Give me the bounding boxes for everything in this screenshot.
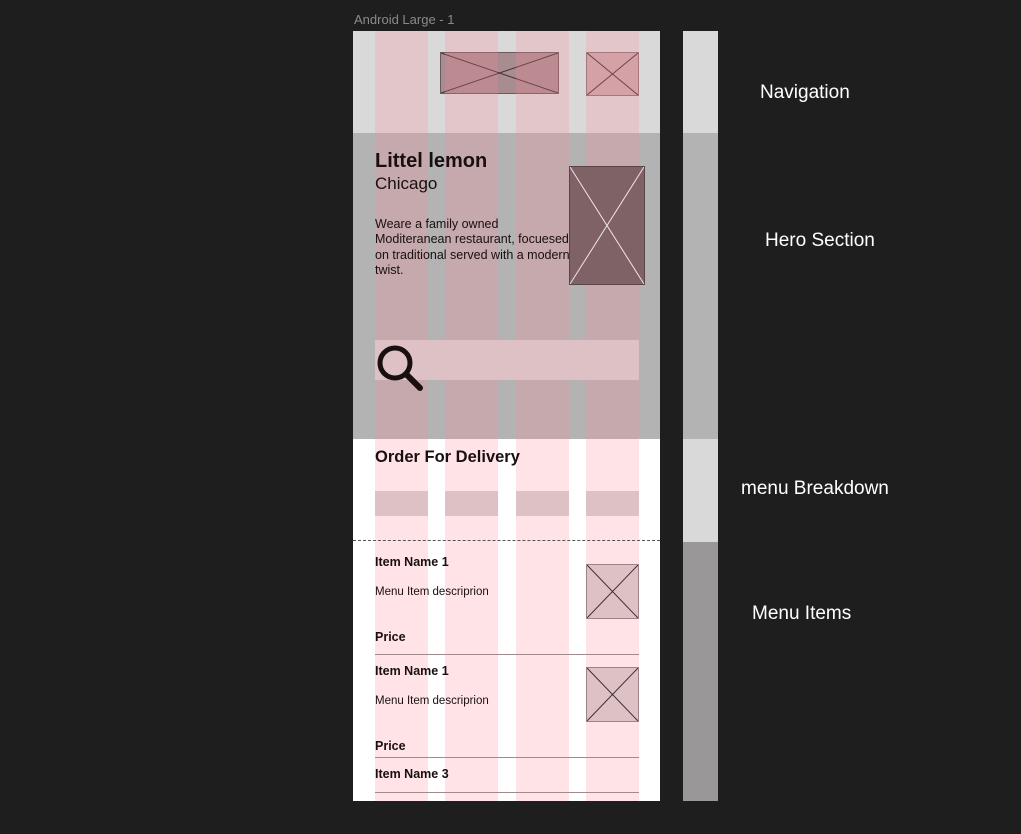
hero-section-label: Hero Section bbox=[765, 230, 875, 251]
menu-item-image-placeholder[interactable] bbox=[586, 564, 639, 619]
search-icon[interactable] bbox=[373, 342, 425, 392]
category-button[interactable] bbox=[445, 491, 498, 516]
hero-section-marker bbox=[683, 133, 718, 439]
menu-item-name[interactable]: Item Name 1 bbox=[375, 664, 449, 678]
basket-icon[interactable] bbox=[586, 52, 639, 96]
order-for-delivery-title: Order For Delivery bbox=[375, 448, 520, 466]
menu-item-price: Price bbox=[375, 630, 406, 644]
menu-breakdown-section-marker bbox=[683, 439, 718, 542]
menu-item-image-placeholder[interactable] bbox=[586, 667, 639, 722]
item-divider bbox=[375, 792, 639, 793]
category-button[interactable] bbox=[586, 491, 639, 516]
navigation-section-marker bbox=[683, 31, 718, 133]
category-button[interactable] bbox=[516, 491, 569, 516]
menu-items-section-marker bbox=[683, 542, 718, 801]
restaurant-city: Chicago bbox=[375, 174, 438, 193]
category-button[interactable] bbox=[375, 491, 428, 516]
menu-items-label: Menu Items bbox=[752, 603, 852, 624]
item-divider bbox=[375, 757, 639, 758]
menu-item-name[interactable]: Item Name 1 bbox=[375, 555, 449, 569]
menu-item-price: Price bbox=[375, 739, 406, 753]
android-frame: Littel lemon Chicago Weare a family owne… bbox=[353, 31, 660, 801]
menu-breakdown-label: menu Breakdown bbox=[741, 478, 889, 499]
restaurant-description: Weare a family owned Moditeranean restau… bbox=[375, 217, 570, 277]
hero-image-placeholder bbox=[569, 166, 645, 285]
navigation-label: Navigation bbox=[760, 82, 850, 103]
section-divider bbox=[353, 540, 660, 541]
frame-label: Android Large - 1 bbox=[354, 12, 455, 27]
item-divider bbox=[375, 654, 639, 655]
restaurant-title: Littel lemon bbox=[375, 150, 488, 172]
logo-image-placeholder[interactable] bbox=[440, 52, 559, 94]
menu-item-description: Menu Item descriprion bbox=[375, 695, 489, 707]
menu-item-name[interactable]: Item Name 3 bbox=[375, 767, 449, 781]
menu-item-description: Menu Item descriprion bbox=[375, 586, 489, 598]
